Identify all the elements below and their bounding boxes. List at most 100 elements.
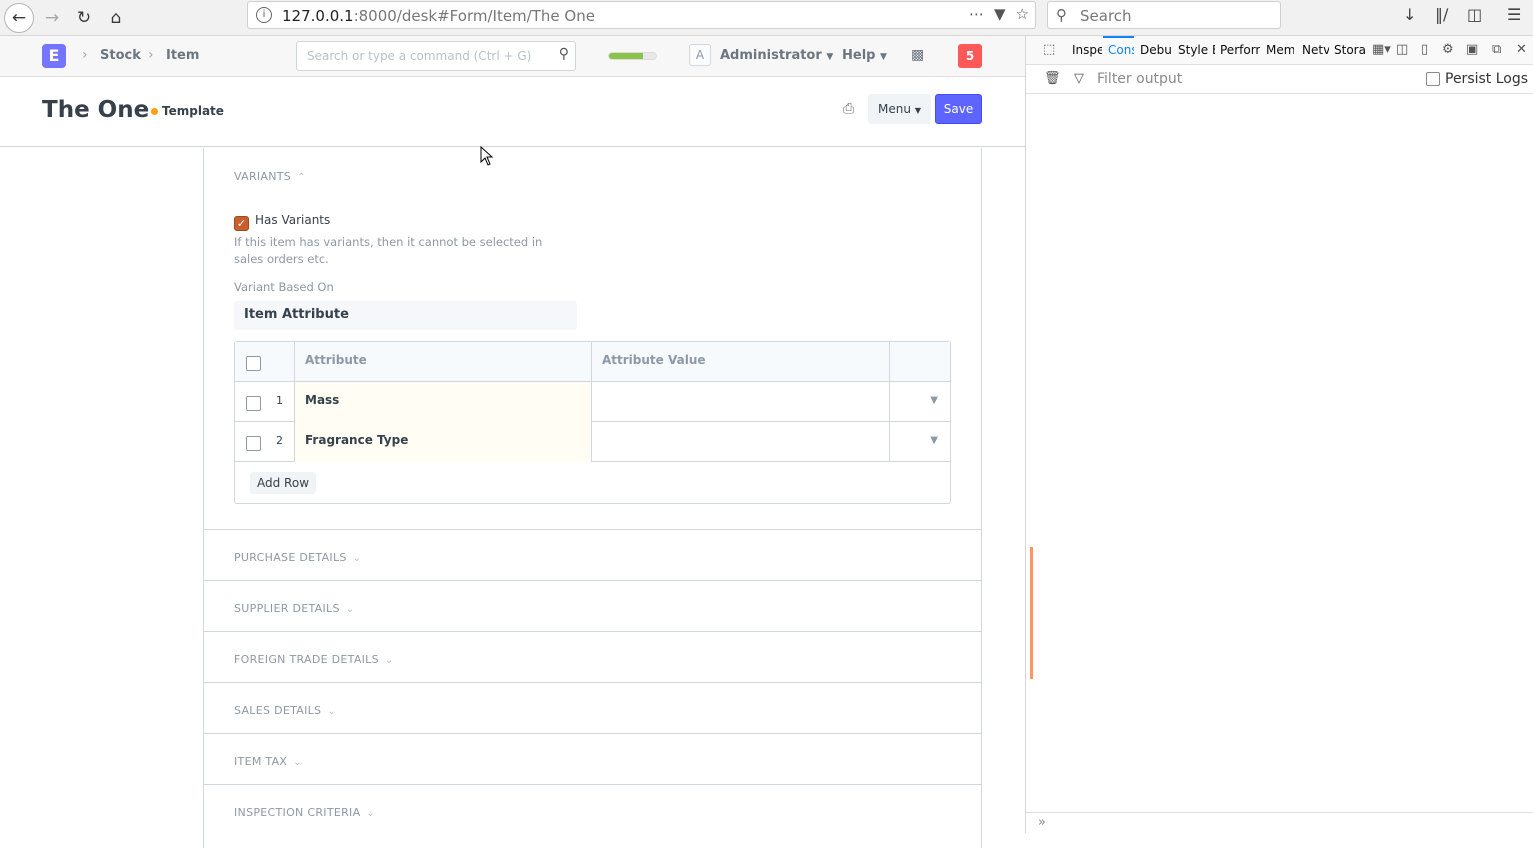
home-icon[interactable]: ⌂ — [101, 3, 131, 33]
mouse-cursor-icon — [480, 146, 494, 166]
section-label: SALES DETAILS — [234, 704, 322, 717]
section-divider — [204, 733, 981, 734]
forward-icon[interactable]: → — [37, 3, 67, 33]
bookmark-star-icon[interactable]: ☆ — [1016, 5, 1029, 23]
search-icon: ⚲ — [1056, 6, 1067, 24]
trash-icon[interactable]: 🗑 — [1044, 71, 1061, 86]
back-icon[interactable]: ← — [4, 3, 34, 33]
section-variants[interactable]: VARIANTS ⌃ — [234, 170, 306, 183]
chat-icon[interactable]: ▩ — [911, 47, 924, 63]
menu-button[interactable]: Menu ▼ — [868, 94, 931, 124]
caret-down-icon[interactable]: ▼ — [930, 395, 938, 406]
element-picker-icon[interactable]: ⬚ — [1043, 42, 1055, 57]
persist-logs-checkbox[interactable] — [1426, 72, 1440, 86]
url-text[interactable]: 127.0.0.1:8000/desk#Form/Item/The One — [282, 7, 595, 25]
attribute-cell[interactable]: Fragrance Type — [294, 422, 591, 462]
downloads-icon[interactable]: ↓ — [1403, 5, 1416, 24]
tab-style-editor[interactable]: Style E — [1178, 43, 1215, 57]
row-checkbox[interactable] — [246, 396, 261, 411]
section-item-tax[interactable]: ITEM TAX ⌄ — [234, 755, 302, 768]
menu-button-label: Menu — [878, 102, 911, 116]
devtools-panel: ⬚ Inspe Cons Debu Style E Perforr Mem Ne… — [1025, 36, 1533, 833]
add-row-button[interactable]: Add Row — [250, 472, 317, 494]
caret-down-icon[interactable]: ▼ — [930, 435, 938, 446]
frame-select-icon[interactable]: ▦▾ — [1372, 42, 1391, 57]
section-divider — [204, 631, 981, 632]
has-variants-help: If this item has variants, then it canno… — [234, 235, 543, 266]
attribute-value-cell[interactable] — [591, 382, 889, 422]
info-icon[interactable]: i — [256, 7, 272, 23]
select-all-checkbox[interactable] — [246, 356, 261, 371]
section-label: INSPECTION CRITERIA — [234, 806, 361, 819]
notification-badge[interactable]: 5 — [958, 44, 982, 68]
close-icon[interactable]: ✕ — [1516, 42, 1527, 57]
dock-bottom-icon[interactable]: ▣ — [1466, 42, 1478, 57]
section-supplier-details[interactable]: SUPPLIER DETAILS ⌄ — [234, 602, 354, 615]
user-menu[interactable]: Administrator ▼ — [720, 48, 833, 63]
persist-logs-label: Persist Logs — [1445, 71, 1529, 87]
row-actions[interactable]: ▼ — [889, 382, 950, 422]
tab-debugger[interactable]: Debu — [1140, 43, 1172, 57]
screenshot-icon[interactable]: ▯ — [1421, 42, 1428, 57]
help-menu[interactable]: Help ▼ — [842, 48, 887, 63]
section-sales-details[interactable]: SALES DETAILS ⌄ — [234, 704, 336, 717]
sidebar-icon[interactable]: ◫ — [1467, 5, 1482, 24]
column-header-attribute: Attribute — [294, 342, 591, 382]
section-inspection-criteria[interactable]: INSPECTION CRITERIA ⌄ — [234, 806, 375, 819]
reload-icon[interactable]: ↻ — [69, 3, 99, 33]
chevron-down-icon: ⌄ — [345, 604, 355, 615]
section-purchase-details[interactable]: PURCHASE DETAILS ⌄ — [234, 551, 361, 564]
pocket-icon[interactable]: ▼ — [994, 5, 1006, 23]
form-area: VARIANTS ⌃ ✓ Has Variants If this item ha… — [0, 147, 1025, 848]
chevron-down-icon: ⌄ — [366, 808, 376, 819]
save-button[interactable]: Save — [935, 94, 982, 124]
print-icon[interactable]: ⎙ — [843, 101, 854, 117]
command-search-input[interactable]: Search or type a command (Ctrl + G) ⚲ — [296, 41, 576, 71]
tab-network[interactable]: Netv — [1302, 43, 1329, 57]
table-row[interactable]: 2 Fragrance Type ▼ — [235, 422, 950, 462]
browser-search-box[interactable]: ⚲ Search — [1047, 1, 1281, 29]
row-actions[interactable]: ▼ — [889, 422, 950, 462]
active-tab-indicator — [1103, 36, 1134, 38]
tab-performance[interactable]: Perforr — [1220, 43, 1260, 57]
breadcrumb-item[interactable]: Item — [166, 48, 199, 63]
chevron-down-icon: ⌄ — [293, 757, 302, 768]
tab-storage[interactable]: Stora — [1334, 43, 1366, 57]
devtools-splitter[interactable] — [1030, 547, 1033, 679]
console-input[interactable]: » — [1026, 812, 1533, 833]
avatar[interactable]: A — [689, 44, 711, 66]
chevron-down-icon: ⌄ — [327, 706, 337, 717]
caret-down-icon: ▼ — [826, 52, 834, 62]
responsive-mode-icon[interactable]: ◫ — [1396, 42, 1408, 57]
form-card: VARIANTS ⌃ ✓ Has Variants If this item ha… — [203, 148, 982, 848]
row-checkbox[interactable] — [246, 436, 261, 451]
chevron-up-icon: ⌃ — [297, 172, 306, 183]
page-header: The One Template ⎙ Menu ▼ Save — [0, 77, 1025, 147]
url-bar[interactable]: i 127.0.0.1:8000/desk#Form/Item/The One … — [247, 1, 1036, 29]
section-label: ITEM TAX — [234, 755, 288, 768]
hamburger-menu-icon[interactable]: ☰ — [1507, 5, 1521, 24]
chevron-down-icon: ⌄ — [352, 553, 362, 564]
filter-output-input[interactable]: Filter output — [1097, 71, 1182, 87]
tab-memory[interactable]: Mem — [1266, 43, 1294, 57]
progress-fill — [609, 53, 643, 59]
separate-window-icon[interactable]: ⧉ — [1492, 42, 1501, 57]
section-foreign-trade-details[interactable]: FOREIGN TRADE DETAILS ⌄ — [234, 653, 394, 666]
tab-console[interactable]: Cons — [1108, 43, 1134, 57]
attribute-cell[interactable]: Mass — [294, 382, 591, 422]
search-icon: ⚲ — [558, 46, 569, 62]
user-menu-label: Administrator — [720, 48, 822, 63]
gear-icon[interactable]: ⚙ — [1442, 42, 1454, 57]
breadcrumb-stock[interactable]: Stock — [100, 48, 141, 63]
table-row[interactable]: 1 Mass ▼ — [235, 382, 950, 422]
section-variants-label: VARIANTS — [234, 170, 292, 183]
attribute-value-cell[interactable] — [591, 422, 889, 462]
tab-inspector[interactable]: Inspe — [1072, 43, 1102, 57]
library-icon[interactable]: ‖∕ — [1435, 5, 1448, 24]
app-logo[interactable]: E — [42, 44, 66, 68]
variant-based-on-field[interactable]: Item Attribute — [234, 301, 577, 330]
browser-search-placeholder: Search — [1080, 7, 1132, 25]
column-header-attribute-value: Attribute Value — [591, 342, 889, 382]
page-actions-icon[interactable]: ⋯ — [969, 5, 984, 23]
has-variants-checkbox[interactable]: ✓ — [234, 216, 249, 231]
